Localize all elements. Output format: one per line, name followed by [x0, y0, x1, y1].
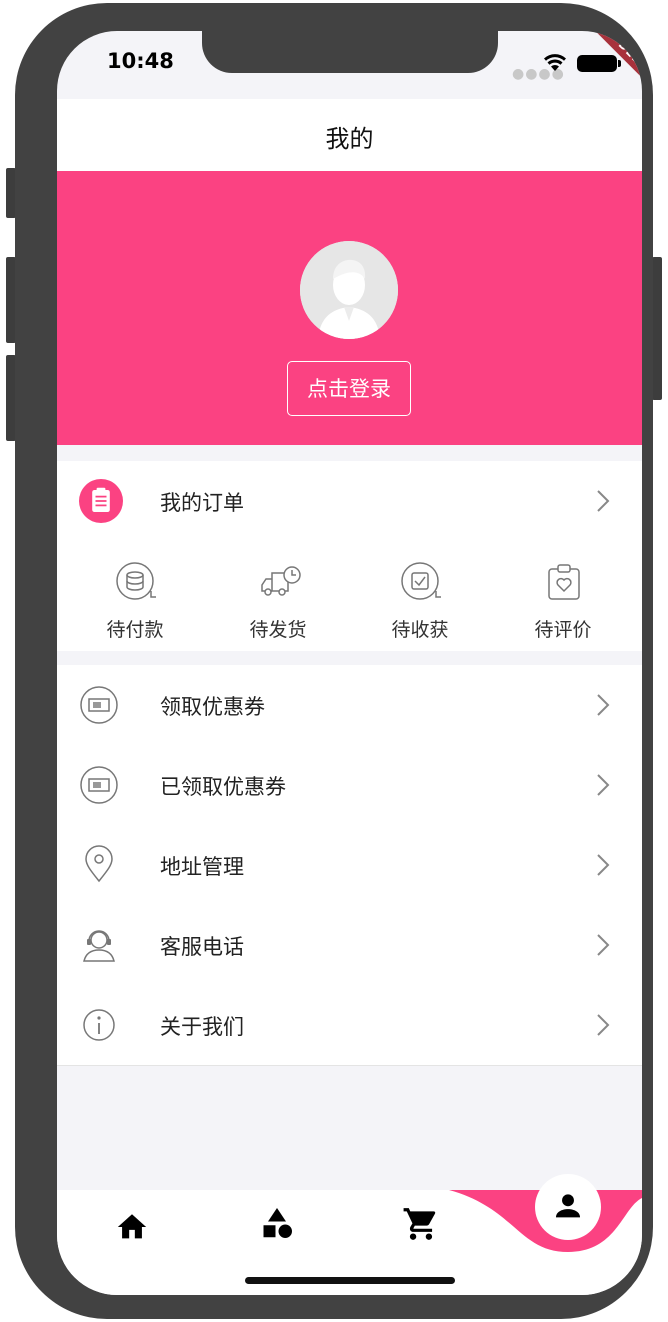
home-indicator [245, 1277, 455, 1284]
page-title: 我的 [325, 125, 374, 153]
device-frame: 10:48 ●●●● DEBUG 我的 点击登录 我的订单 待付款 待发货 待收… [15, 3, 653, 1319]
order-status-row: 待付款 待发货 待收获 待评价 [57, 541, 642, 651]
battery-tip [618, 60, 621, 67]
status-label: 待付款 [106, 619, 164, 641]
ticket-icon [80, 686, 118, 724]
menu-label: 客服电话 [160, 935, 244, 959]
chevron-right-icon [597, 854, 610, 876]
wifi-icon [544, 54, 566, 71]
menu-item-customer-service[interactable]: 客服电话 [57, 905, 642, 986]
menu-item-get-coupon[interactable]: 领取优惠券 [57, 665, 642, 746]
profile-header: 点击登录 [57, 171, 642, 445]
truck-icon [261, 566, 301, 596]
status-label: 待收获 [391, 619, 449, 641]
menu-label: 关于我们 [160, 1015, 244, 1039]
power-button [652, 257, 662, 400]
status-pending-shipment[interactable]: 待发货 [205, 541, 351, 651]
check-box-icon [401, 562, 441, 600]
menu-label: 领取优惠券 [160, 695, 265, 719]
my-orders-row[interactable]: 我的订单 [57, 461, 642, 542]
info-icon [83, 1009, 115, 1041]
orders-icon [79, 479, 123, 523]
ticket-icon [80, 766, 118, 804]
nav-category[interactable] [243, 1190, 313, 1260]
status-time: 10:48 [107, 49, 174, 73]
screen: 10:48 ●●●● DEBUG 我的 点击登录 我的订单 待付款 待发货 待收… [57, 31, 642, 1295]
coins-icon [116, 562, 156, 600]
my-orders-label: 我的订单 [160, 491, 244, 515]
shapes-icon [263, 1208, 292, 1238]
nav-cart[interactable] [387, 1190, 457, 1260]
menu-item-address[interactable]: 地址管理 [57, 825, 642, 906]
login-button[interactable]: 点击登录 [287, 361, 411, 416]
app-bar: 我的 [57, 99, 642, 171]
menu-item-about-us[interactable]: 关于我们 [57, 985, 642, 1066]
default-avatar-icon [300, 241, 398, 339]
chevron-right-icon [597, 934, 610, 956]
clipboard-heart-icon [548, 564, 580, 600]
chevron-right-icon [597, 774, 610, 796]
cart-icon [403, 1208, 436, 1240]
location-pin-icon [85, 845, 113, 883]
battery-icon [577, 55, 617, 72]
menu-label: 已领取优惠券 [160, 775, 286, 799]
menu-item-my-coupons[interactable]: 已领取优惠券 [57, 745, 642, 826]
notch [202, 31, 498, 73]
status-label: 待发货 [249, 619, 307, 641]
nav-home[interactable] [97, 1190, 167, 1260]
status-pending-receipt[interactable]: 待收获 [347, 541, 493, 651]
chevron-right-icon [597, 490, 610, 512]
person-icon [555, 1194, 581, 1218]
chevron-right-icon [597, 1014, 610, 1036]
status-pending-payment[interactable]: 待付款 [62, 541, 208, 651]
home-icon [117, 1214, 147, 1239]
customer-service-icon [83, 930, 115, 962]
menu-label: 地址管理 [160, 855, 244, 879]
status-pending-review[interactable]: 待评价 [490, 541, 636, 651]
chevron-right-icon [597, 694, 610, 716]
status-label: 待评价 [534, 619, 592, 641]
avatar[interactable] [300, 241, 398, 339]
nav-profile[interactable] [535, 1174, 601, 1240]
